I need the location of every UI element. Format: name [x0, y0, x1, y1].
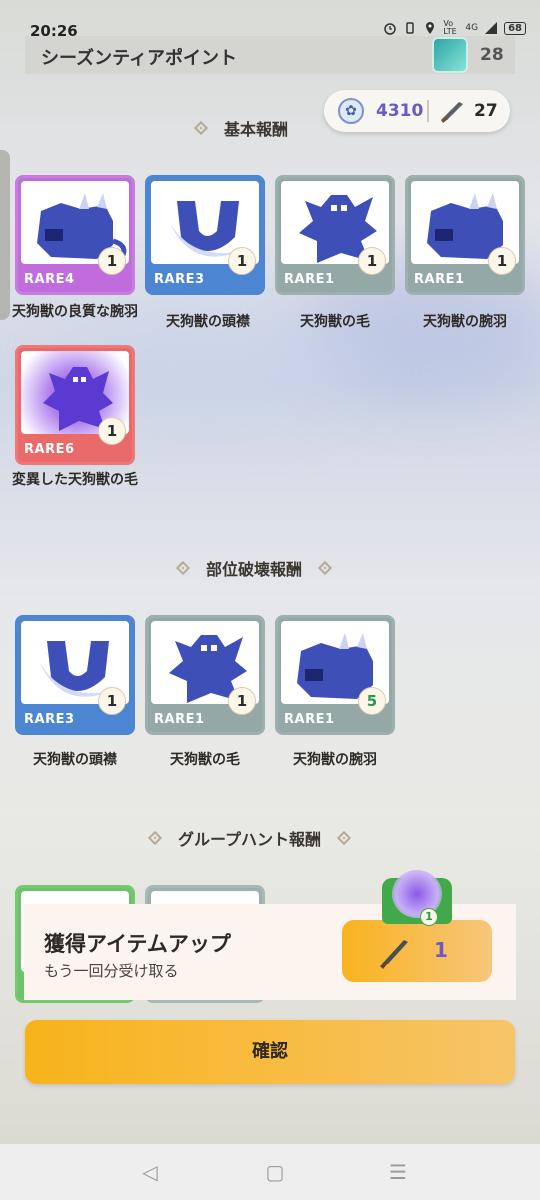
- bonus-item-preview: 1: [382, 870, 452, 926]
- location-icon: [426, 22, 435, 34]
- section-header-basic: 基本報酬: [193, 116, 316, 140]
- quantity-badge: 5: [358, 687, 386, 715]
- item-name: 天狗獣の毛: [170, 752, 240, 768]
- bonus-claim-count: 1: [434, 938, 448, 962]
- item-name: 天狗獣の良質な腕羽: [12, 304, 138, 320]
- section-header-group-hunt: グループハント報酬: [147, 826, 352, 850]
- rarity-label: RARE1: [284, 712, 335, 727]
- bonus-claim-button[interactable]: 1: [342, 920, 492, 982]
- rarity-label: RARE4: [24, 272, 75, 287]
- diamond-icon: [317, 560, 333, 576]
- section-title-part-break: 部位破壊報酬: [206, 560, 303, 579]
- diamond-icon: [193, 120, 209, 136]
- alarm-icon: [384, 23, 397, 35]
- currency-display: ✿ 4310 27: [324, 90, 510, 132]
- section-header-part-break: 部位破壊報酬: [175, 556, 333, 580]
- paw-icon: ✿: [338, 98, 364, 124]
- quantity-badge: 1: [98, 247, 126, 275]
- rarity-label: RARE1: [284, 272, 335, 287]
- divider: [427, 100, 429, 122]
- back-icon[interactable]: ◁: [138, 1160, 162, 1184]
- item-name: 天狗獣の腕羽: [293, 752, 377, 768]
- status-icons: Vo LTE 4G 68: [383, 20, 526, 36]
- bonus-subtitle: もう一回分受け取る: [44, 962, 179, 980]
- vibrate-icon: [406, 22, 415, 34]
- network-label: 4G: [465, 23, 479, 33]
- reward-card[interactable]: RARE4 1: [15, 175, 135, 295]
- home-icon[interactable]: ▢: [263, 1160, 287, 1184]
- reward-card[interactable]: RARE1 1: [275, 175, 395, 295]
- quantity-badge: 1: [488, 247, 516, 275]
- section-title-group-hunt: グループハント報酬: [178, 830, 322, 849]
- section-title-basic: 基本報酬: [224, 120, 289, 139]
- rarity-label: RARE6: [24, 442, 75, 457]
- volte-label: Vo LTE: [443, 19, 457, 36]
- reward-card[interactable]: RARE3 1: [145, 175, 265, 295]
- item-name: 天狗獣の毛: [300, 314, 370, 330]
- confirm-button[interactable]: 確認: [25, 1020, 515, 1084]
- side-drawer-handle[interactable]: [0, 150, 10, 320]
- rarity-label: RARE1: [154, 712, 205, 727]
- tier-icon: [432, 37, 468, 73]
- item-name: 天狗獣の頭襟: [166, 314, 250, 330]
- rarity-label: RARE3: [24, 712, 75, 727]
- knife-icon: [380, 940, 408, 969]
- item-name: 天狗獣の頭襟: [33, 752, 117, 768]
- season-tier-label: シーズンティアポイント: [41, 48, 238, 69]
- status-bar: 20:26 Vo LTE 4G 68: [0, 0, 540, 40]
- menu-icon[interactable]: ☰: [386, 1160, 410, 1184]
- quantity-badge: 1: [98, 687, 126, 715]
- quantity-badge: 1: [98, 417, 126, 445]
- knife-icon: [441, 102, 463, 123]
- diamond-icon: [147, 830, 163, 846]
- reward-card[interactable]: RARE3 1: [15, 615, 135, 735]
- reward-card[interactable]: RARE1 1: [405, 175, 525, 295]
- system-nav-bar: ◁ ▢ ☰: [0, 1144, 540, 1200]
- reward-card[interactable]: RARE1 1: [145, 615, 265, 735]
- reward-card[interactable]: RARE6 1: [15, 345, 135, 465]
- quantity-badge: 1: [228, 247, 256, 275]
- quantity-badge: 1: [358, 247, 386, 275]
- paw-points-value: 4310: [376, 101, 424, 121]
- bonus-title: 獲得アイテムアップ: [44, 932, 231, 956]
- quantity-badge: 1: [420, 908, 438, 926]
- item-name: 天狗獣の腕羽: [423, 314, 507, 330]
- reward-card[interactable]: RARE1 5: [275, 615, 395, 735]
- battery-level: 68: [504, 21, 526, 35]
- season-tier-bar: シーズンティアポイント 28: [25, 36, 515, 74]
- signal-icon: [485, 22, 498, 34]
- knife-count-value: 27: [474, 101, 498, 121]
- item-name: 変異した天狗獣の毛: [12, 472, 138, 488]
- season-tier-value: 28: [480, 45, 504, 65]
- diamond-icon: [175, 560, 191, 576]
- rarity-label: RARE3: [154, 272, 205, 287]
- diamond-icon: [336, 830, 352, 846]
- rarity-label: RARE1: [414, 272, 465, 287]
- quantity-badge: 1: [228, 687, 256, 715]
